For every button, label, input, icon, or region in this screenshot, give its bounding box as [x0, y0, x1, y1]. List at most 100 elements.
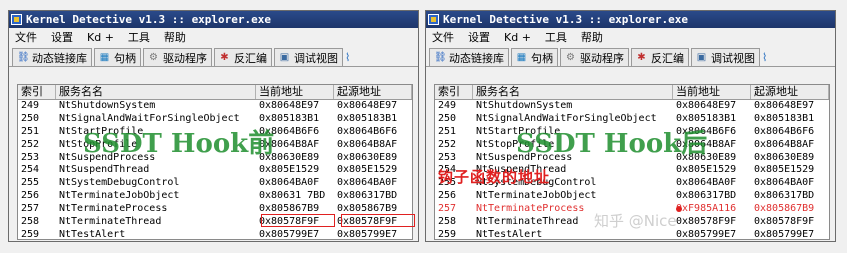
window-title: Kernel Detective v1.3 :: explorer.exe — [26, 13, 272, 26]
tab-disassembly[interactable]: ✱ 反汇编 — [631, 48, 689, 66]
row-service-name: NtTerminateThread — [59, 216, 162, 228]
row-index: 249 — [438, 100, 457, 111]
tab-handles[interactable]: ▦ 句柄 — [94, 48, 141, 66]
tab-drivers[interactable]: ⚙ 驱动程序 — [560, 48, 629, 66]
menu-help[interactable]: 帮助 — [581, 29, 603, 45]
row-current-address: 0x806317BD — [676, 190, 737, 202]
highlight-origin-box — [341, 214, 415, 227]
col-service-name[interactable]: 服务名名 — [473, 85, 673, 99]
row-current-address: 0x805799E7 — [259, 228, 320, 240]
row-index: 257 — [438, 203, 457, 215]
col-service-name[interactable]: 服务名名 — [56, 85, 256, 99]
row-origin-address: 0x8064B6F6 — [754, 125, 815, 137]
row-origin-address: 0x805799E7 — [754, 228, 815, 240]
tab-drivers[interactable]: ⚙ 驱动程序 — [143, 48, 212, 66]
tab-disassembly[interactable]: ✱ 反汇编 — [214, 48, 272, 66]
row-origin-address: 0x8064B8AF — [337, 138, 398, 150]
row-index: 252 — [21, 138, 40, 150]
overlay-caption: SSDT Hook前 — [83, 129, 275, 159]
handle-icon: ▦ — [99, 52, 110, 63]
link-icon: ⛓ — [434, 52, 447, 63]
row-index: 253 — [438, 151, 457, 163]
title-bar[interactable]: Kernel Detective v1.3 :: explorer.exe — [9, 11, 418, 28]
table-row[interactable]: 249 NtShutdownSystem 0x80648E97 0x80648E97 — [18, 100, 412, 113]
window-before-hook: Kernel Detective v1.3 :: explorer.exe 文件… — [8, 10, 419, 242]
overlay-caption: SSDT Hook后 — [516, 129, 708, 159]
table-header: 索引 服务名名 当前地址 起源地址 — [18, 85, 412, 100]
row-index: 254 — [21, 164, 40, 176]
row-origin-address: 0x80630E89 — [337, 151, 398, 163]
tab-dll[interactable]: ⛓ 动态链接库 — [12, 48, 92, 66]
menu-help[interactable]: 帮助 — [164, 29, 186, 45]
menu-file[interactable]: 文件 — [432, 29, 454, 45]
menu-settings[interactable]: 设置 — [51, 29, 73, 45]
col-origin-address[interactable]: 起源地址 — [751, 85, 829, 99]
table-header: 索引 服务名名 当前地址 起源地址 — [435, 85, 829, 100]
tab-handles[interactable]: ▦ 句柄 — [511, 48, 558, 66]
row-index: 257 — [21, 203, 40, 215]
link-icon: ⛓ — [17, 52, 30, 63]
table-row[interactable]: 255 NtSystemDebugControl 0x8064BA0F 0x8064B… — [18, 177, 412, 190]
col-current-address[interactable]: 当前地址 — [673, 85, 751, 99]
row-origin-address: 0x80630E89 — [754, 151, 815, 163]
table-row[interactable]: 256 NtTerminateJobObject 0x806317BD 0x80631… — [435, 190, 829, 203]
row-service-name: NtTerminateJobObject — [476, 190, 597, 202]
watermark: 知乎 @Nice — [594, 212, 677, 230]
row-origin-address: 0x8064B6F6 — [337, 125, 398, 137]
tab-debug-view[interactable]: ▣ 调试视图 — [274, 48, 343, 66]
handle-icon: ▦ — [516, 52, 527, 63]
row-index: 251 — [438, 125, 457, 137]
table-row[interactable]: 254 NtSuspendThread 0x805E1529 0x805E1529 — [18, 164, 412, 177]
col-index[interactable]: 索引 — [18, 85, 56, 99]
row-origin-address: 0x805183B1 — [754, 112, 815, 124]
table-row[interactable]: 249 NtShutdownSystem 0x80648E97 0x80648E97 — [435, 100, 829, 113]
app-icon — [428, 14, 439, 25]
row-service-name: NtSystemDebugControl — [59, 177, 180, 189]
col-origin-address[interactable]: 起源地址 — [334, 85, 412, 99]
row-origin-address: 0x8064BA0F — [337, 177, 398, 189]
row-current-address: 0x80648E97 — [259, 100, 320, 111]
row-index: 258 — [21, 216, 40, 228]
row-current-address: 0x8064BA0F — [259, 177, 320, 189]
bug-icon: ✱ — [637, 52, 646, 63]
row-service-name: NtTestAlert — [59, 228, 126, 240]
debug-view-icon: ▣ — [696, 52, 707, 63]
table-row[interactable]: 259 NtTestAlert 0x805799E7 0x805799E7 — [18, 228, 412, 240]
row-service-name: NtShutdownSystem — [476, 100, 573, 111]
col-index[interactable]: 索引 — [435, 85, 473, 99]
menu-tools[interactable]: 工具 — [128, 29, 150, 45]
row-origin-address: 0x805183B1 — [337, 112, 398, 124]
window-after-hook: Kernel Detective v1.3 :: explorer.exe 文件… — [425, 10, 836, 242]
col-current-address[interactable]: 当前地址 — [256, 85, 334, 99]
row-origin-address: 0x806317BD — [754, 190, 815, 202]
table-row[interactable]: 256 NtTerminateJobObject 0x80631 7BD 0x8063… — [18, 190, 412, 203]
row-origin-address: 0x805799E7 — [337, 228, 398, 240]
menu-file[interactable]: 文件 — [15, 29, 37, 45]
row-index: 249 — [21, 100, 40, 111]
row-origin-address: 0x805867B9 — [754, 203, 815, 215]
row-origin-address: 0x806317BD — [337, 190, 398, 202]
tab-debug-view[interactable]: ▣ 调试视图 — [691, 48, 760, 66]
row-origin-address: 0x805E1529 — [337, 164, 398, 176]
row-index: 259 — [438, 228, 457, 240]
menu-settings[interactable]: 设置 — [468, 29, 490, 45]
row-current-address: 0x805799E7 — [676, 228, 737, 240]
title-bar[interactable]: Kernel Detective v1.3 :: explorer.exe — [426, 11, 835, 28]
menu-kd[interactable]: Kd + — [504, 31, 531, 44]
row-origin-address: 0x80648E97 — [754, 100, 815, 111]
menu-tools[interactable]: 工具 — [545, 29, 567, 45]
row-service-name: NtTerminateJobObject — [59, 190, 180, 202]
row-service-name: NtSuspendThread — [59, 164, 150, 176]
tab-dll[interactable]: ⛓ 动态链接库 — [429, 48, 509, 66]
row-index: 255 — [21, 177, 40, 189]
highlight-current-box — [261, 214, 335, 227]
menu-kd[interactable]: Kd + — [87, 31, 114, 44]
row-index: 250 — [438, 112, 457, 124]
row-current-address: 0x805E1529 — [259, 164, 320, 176]
row-index: 256 — [21, 190, 40, 202]
row-origin-address: 0x80578F9F — [754, 216, 815, 228]
tab-scroll-icon[interactable]: ⌇ — [345, 48, 359, 66]
row-index: 252 — [438, 138, 457, 150]
gear-icon: ⚙ — [149, 52, 158, 63]
tab-scroll-icon[interactable]: ⌇ — [762, 48, 776, 66]
